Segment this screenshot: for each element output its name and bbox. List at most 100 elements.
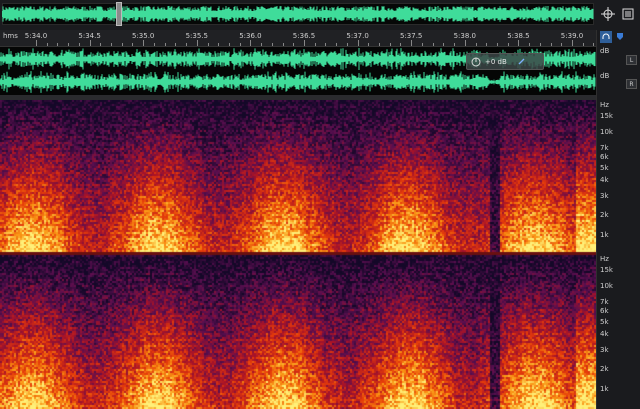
ruler-tick-mark [443, 43, 445, 46]
freq-label: 10k [600, 282, 613, 290]
ruler-tick-label: 5:34.0 [24, 32, 48, 40]
ruler-tick-mark [475, 43, 477, 46]
ruler-tick-mark [239, 43, 241, 46]
freq-label: 1k [600, 231, 609, 239]
freq-label: 10k [600, 128, 613, 136]
ruler-tick-label: 5:37.0 [346, 32, 369, 40]
freq-label: 7k [600, 298, 609, 306]
ruler-tick-label: 5:38.0 [453, 32, 476, 40]
zoom-tool-button[interactable] [600, 6, 616, 22]
overview-viewport-handle[interactable] [116, 2, 122, 26]
zoom-crosshair-icon [601, 7, 615, 21]
marker-toggle[interactable] [614, 31, 626, 43]
ruler-tick-label: 5:36.5 [292, 32, 316, 40]
waveform-view-toggle[interactable] [600, 31, 612, 43]
freq-unit-top: Hz [600, 101, 609, 109]
ruler-tick-mark [357, 40, 359, 46]
panel-menu-button[interactable] [620, 6, 636, 22]
gain-hud[interactable]: +0 dB [466, 53, 544, 70]
ruler-tick-mark [582, 43, 584, 46]
freq-label: 15k [600, 112, 613, 120]
ruler-tick-mark [561, 43, 563, 46]
ruler-tick-mark [68, 43, 70, 46]
ruler-tick-label: 5:37.5 [399, 32, 423, 40]
ruler-tick-label: 5:36.0 [239, 32, 262, 40]
ruler-tick-mark [389, 43, 391, 46]
gain-knob-icon[interactable] [471, 57, 481, 67]
headphones-icon [602, 33, 610, 39]
freq-label: 5k [600, 164, 609, 172]
gain-value: +0 dB [485, 57, 507, 66]
ruler-tick-mark [196, 40, 198, 46]
ruler-tick-mark [228, 43, 230, 46]
channel-wave-path [0, 71, 596, 93]
ruler-tick-mark [454, 43, 456, 46]
ruler-tick-mark [507, 43, 509, 46]
ruler-tick-mark [175, 43, 177, 46]
ruler-tick-mark [368, 43, 370, 46]
ruler-tick-mark [411, 40, 413, 46]
freq-label: 7k [600, 144, 609, 152]
ruler-tick-mark [325, 43, 327, 46]
channel-left-button[interactable]: L [626, 55, 637, 65]
ruler-tick-label: 5:39.0 [560, 32, 584, 40]
ruler-tick-mark [496, 43, 498, 46]
ruler-tick-mark [336, 43, 338, 46]
ruler-tick-mark [282, 43, 284, 46]
waveform-db-unit-top: dB [600, 47, 610, 55]
freq-label: 3k [600, 192, 609, 200]
channel-right-button[interactable]: R [626, 79, 637, 89]
freq-label: 2k [600, 365, 609, 373]
ruler-tick-mark [518, 40, 520, 46]
freq-label: 4k [600, 176, 609, 184]
ruler-tick-mark [164, 43, 166, 46]
overview-wave-path [2, 6, 594, 22]
ruler-tick-mark [271, 43, 273, 46]
ruler-tick-mark [78, 43, 80, 46]
ruler-tick-mark [593, 43, 595, 46]
time-units-label: hms [3, 32, 18, 40]
ruler-tick-mark [143, 40, 145, 46]
ruler-tick-mark [293, 43, 295, 46]
ruler-tick-mark [36, 40, 37, 46]
ruler-tick-mark [486, 43, 488, 46]
spectral-frequency-display[interactable] [0, 100, 596, 409]
ruler-tick-label: 5:38.5 [507, 32, 530, 40]
freq-label: 2k [600, 211, 609, 219]
ruler-tick-mark [250, 40, 252, 46]
ruler-tick-mark [261, 43, 263, 46]
freq-label: 4k [600, 330, 609, 338]
ruler-tick-mark [346, 43, 348, 46]
ruler-tick-mark [379, 43, 381, 46]
overview-waveform [2, 6, 594, 22]
ruler-tick-mark [421, 43, 423, 46]
freq-unit-bottom: Hz [600, 255, 609, 263]
freq-label: 6k [600, 307, 609, 315]
ruler-tick-mark [207, 43, 209, 46]
ruler-tick-label: 5:34.5 [78, 32, 101, 40]
ruler-tick-mark [132, 43, 134, 46]
ruler-tick-mark [539, 43, 541, 46]
freq-label: 1k [600, 385, 609, 393]
ruler-tick-mark [218, 43, 220, 46]
ruler-tick-mark [464, 40, 466, 46]
freq-label: 5k [600, 318, 609, 326]
ruler-tick-mark [186, 43, 188, 46]
marker-icon [617, 33, 623, 40]
freq-label: 15k [600, 266, 613, 274]
menu-icon [622, 8, 634, 20]
ruler-tick-label: 5:35.0 [131, 32, 155, 40]
ruler-tick-mark [153, 43, 155, 46]
ruler-tick-label: 5:35.5 [185, 32, 208, 40]
ruler-tick-mark [89, 40, 91, 46]
ruler-tick-mark [400, 43, 402, 46]
ruler-tick-mark [46, 43, 48, 46]
ruler-tick-mark [304, 40, 305, 46]
ruler-tick-mark [572, 40, 573, 46]
ruler-tick-mark [121, 43, 123, 46]
freq-label: 3k [600, 346, 609, 354]
ruler-tick-mark [550, 43, 552, 46]
freq-label: 6k [600, 153, 609, 161]
pin-icon[interactable] [517, 57, 526, 66]
ruler-tick-mark [100, 43, 102, 46]
